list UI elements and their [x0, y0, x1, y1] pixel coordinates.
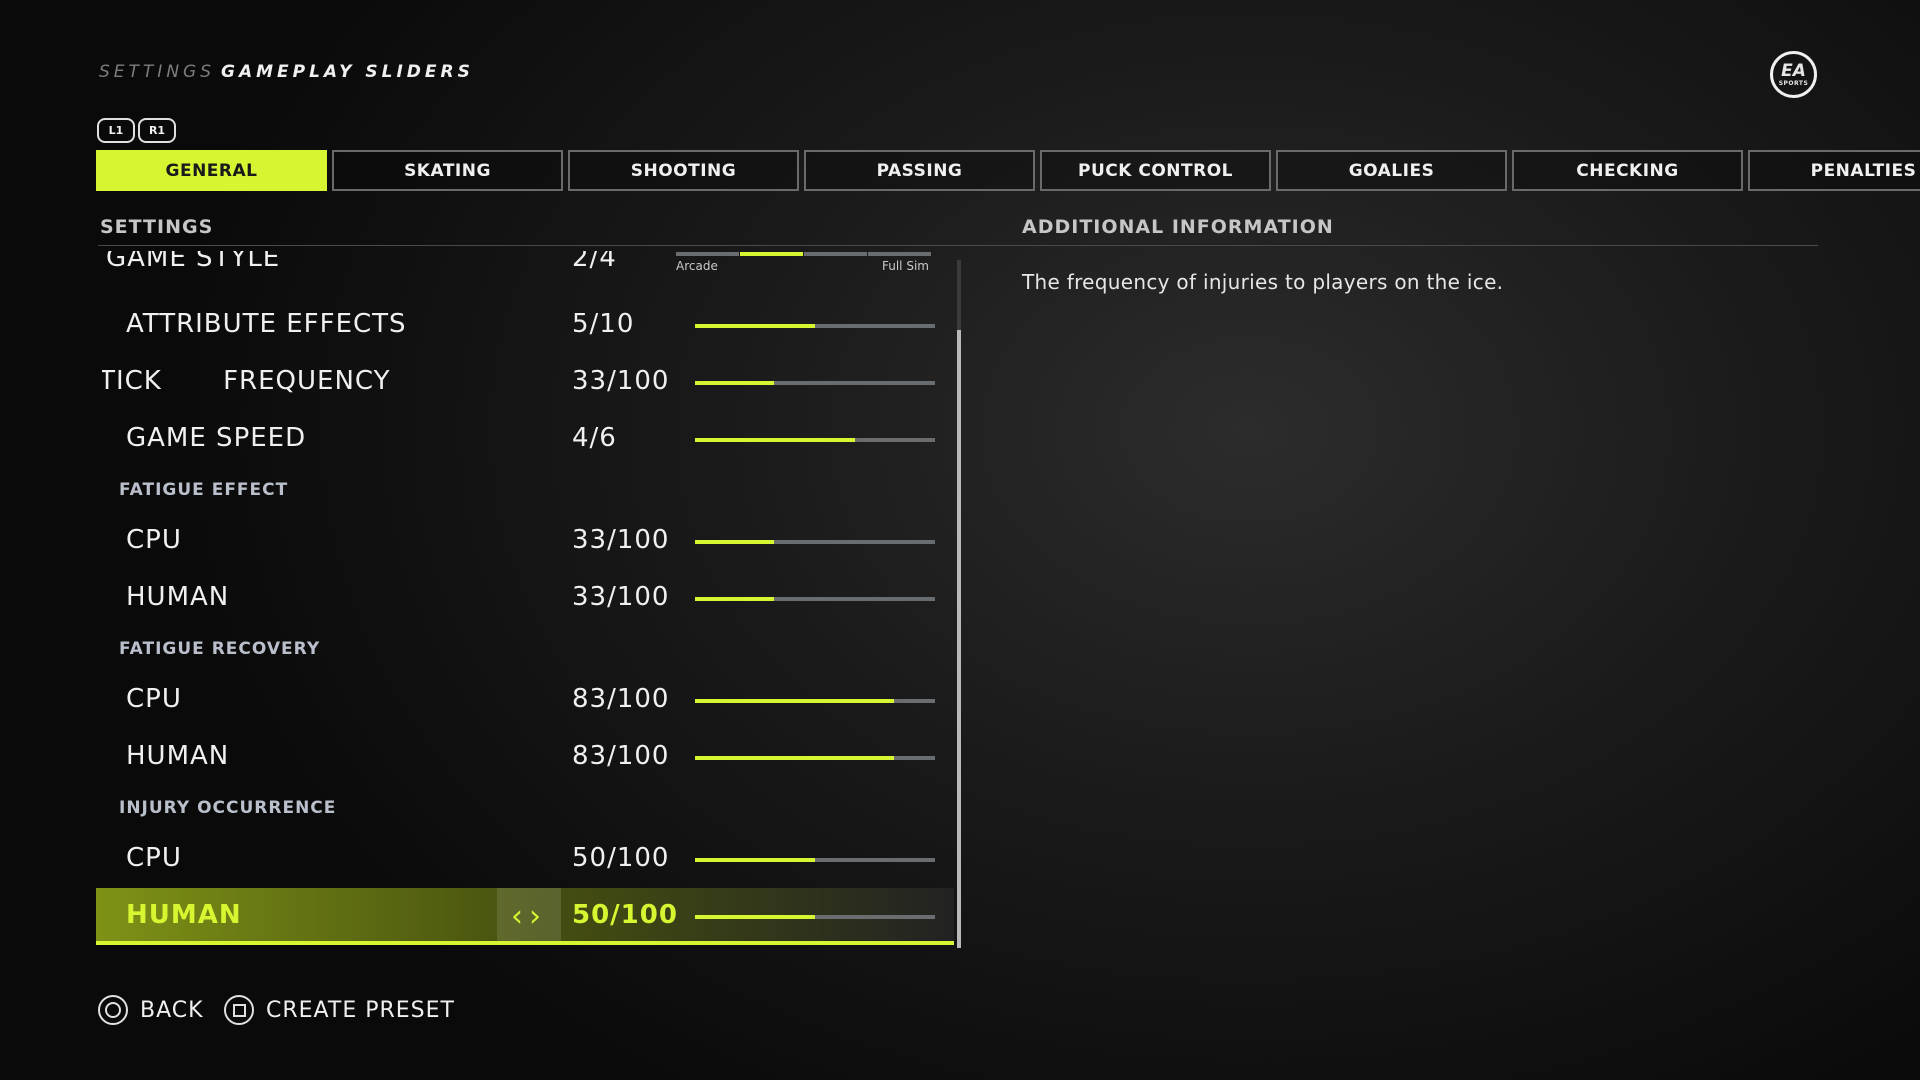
slider-track[interactable] — [695, 438, 935, 442]
create-preset-button[interactable]: CREATE PRESET — [224, 995, 455, 1025]
back-label: BACK — [140, 997, 204, 1023]
slider-track[interactable] — [695, 699, 935, 703]
page-title: SETTINGS GAMEPLAY SLIDERS — [99, 62, 474, 82]
scrollbar[interactable] — [957, 260, 961, 948]
group-heading-injury-occurrence: INJURY OCCURRENCE — [119, 798, 337, 818]
square-button-icon — [224, 995, 254, 1025]
slider-track[interactable] — [695, 915, 935, 919]
tab-shooting[interactable]: SHOOTING — [568, 150, 799, 191]
game-style-max-label: Full Sim — [882, 259, 929, 273]
chevron-left-right-icon[interactable]: ‹› — [497, 888, 561, 945]
setting-value: 50/100 — [572, 843, 670, 873]
slider-fill — [695, 597, 775, 601]
setting-row-game-speed[interactable]: GAME SPEED 4/6 — [96, 419, 954, 463]
game-style-segments[interactable] — [676, 252, 931, 256]
tab-checking[interactable]: CHECKING — [1512, 150, 1743, 191]
tab-skating[interactable]: SKATING — [332, 150, 563, 191]
tab-puck-control[interactable]: PUCK CONTROL — [1040, 150, 1271, 191]
setting-value: 83/100 — [572, 684, 670, 714]
setting-label: CPU — [126, 684, 182, 714]
create-preset-label: CREATE PRESET — [266, 997, 455, 1023]
tab-penalties[interactable]: PENALTIES — [1748, 150, 1920, 191]
game-style-segment — [868, 252, 931, 256]
setting-label: HUMAN — [126, 582, 230, 612]
slider-track[interactable] — [695, 324, 935, 328]
selection-underline — [96, 941, 954, 945]
section-divider — [98, 245, 1818, 246]
back-button[interactable]: BACK — [98, 995, 204, 1025]
slider-track[interactable] — [695, 381, 935, 385]
slider-fill — [695, 915, 815, 919]
additional-info-text: The frequency of injuries to players on … — [1022, 270, 1504, 294]
additional-info-heading: ADDITIONAL INFORMATION — [1022, 216, 1334, 238]
slider-fill — [695, 438, 856, 442]
setting-label: CPU — [126, 525, 182, 555]
page-title-text: GAMEPLAY SLIDERS — [221, 62, 474, 82]
slider-fill — [695, 381, 775, 385]
setting-label: GAME STYLE — [106, 251, 281, 273]
setting-value: 83/100 — [572, 741, 670, 771]
group-heading-fatigue-effect: FATIGUE EFFECT — [119, 480, 289, 500]
setting-value: 2/4 — [572, 251, 617, 273]
slider-fill — [695, 858, 815, 862]
game-style-segment — [804, 252, 867, 256]
setting-value: 5/10 — [572, 309, 635, 339]
slider-fill — [695, 324, 815, 328]
setting-label: HUMAN — [126, 900, 242, 930]
marquee-label-clip: BROKEN STICK FREQUENCY — [102, 362, 478, 406]
setting-row-fatigue-recovery-human[interactable]: HUMAN 83/100 — [96, 737, 954, 781]
game-style-segment — [676, 252, 739, 256]
tab-passing[interactable]: PASSING — [804, 150, 1035, 191]
settings-list[interactable]: GAME STYLE 2/4 Arcade Full Sim ATTRIBUTE… — [96, 251, 954, 947]
setting-row-injury-occurrence-cpu[interactable]: CPU 50/100 — [96, 839, 954, 883]
setting-row-broken-stick-frequency[interactable]: BROKEN STICK FREQUENCY 33/100 — [96, 362, 954, 406]
slider-fill — [695, 756, 895, 760]
settings-heading: SETTINGS — [100, 216, 214, 238]
slider-track[interactable] — [695, 858, 935, 862]
l1-button-icon[interactable]: L1 — [97, 118, 135, 143]
setting-row-fatigue-effect-cpu[interactable]: CPU 33/100 — [96, 521, 954, 565]
category-tabs: GENERAL SKATING SHOOTING PASSING PUCK CO… — [96, 150, 1920, 191]
game-style-min-label: Arcade — [676, 259, 718, 273]
game-style-segment — [740, 252, 803, 256]
slider-fill — [695, 540, 775, 544]
setting-label: BROKEN STICK FREQUENCY — [102, 366, 391, 396]
setting-row-fatigue-recovery-cpu[interactable]: CPU 83/100 — [96, 680, 954, 724]
setting-row-attribute-effects[interactable]: ATTRIBUTE EFFECTS 5/10 — [96, 305, 954, 349]
setting-value: 33/100 — [572, 525, 670, 555]
bumper-hints: L1 R1 — [97, 118, 176, 143]
setting-value: 33/100 — [572, 582, 670, 612]
setting-label: GAME SPEED — [126, 423, 307, 453]
slider-track[interactable] — [695, 540, 935, 544]
r1-button-icon[interactable]: R1 — [138, 118, 176, 143]
setting-value: 33/100 — [572, 366, 670, 396]
setting-row-injury-occurrence-human[interactable]: HUMAN ‹› 50/100 — [96, 888, 954, 945]
tab-general[interactable]: GENERAL — [96, 150, 327, 191]
scrollbar-thumb[interactable] — [957, 330, 961, 948]
circle-button-icon — [98, 995, 128, 1025]
setting-label: CPU — [126, 843, 182, 873]
setting-row-fatigue-effect-human[interactable]: HUMAN 33/100 — [96, 578, 954, 622]
tab-goalies[interactable]: GOALIES — [1276, 150, 1507, 191]
slider-fill — [695, 699, 895, 703]
group-heading-fatigue-recovery: FATIGUE RECOVERY — [119, 639, 321, 659]
setting-value: 50/100 — [572, 900, 678, 930]
setting-row-game-style[interactable]: GAME STYLE 2/4 Arcade Full Sim — [96, 251, 954, 291]
breadcrumb: SETTINGS — [99, 62, 215, 82]
slider-track[interactable] — [695, 756, 935, 760]
ea-sports-logo: EA SPORTS — [1770, 51, 1817, 98]
slider-track[interactable] — [695, 597, 935, 601]
setting-label: ATTRIBUTE EFFECTS — [126, 309, 407, 339]
setting-value: 4/6 — [572, 423, 617, 453]
setting-label: HUMAN — [126, 741, 230, 771]
